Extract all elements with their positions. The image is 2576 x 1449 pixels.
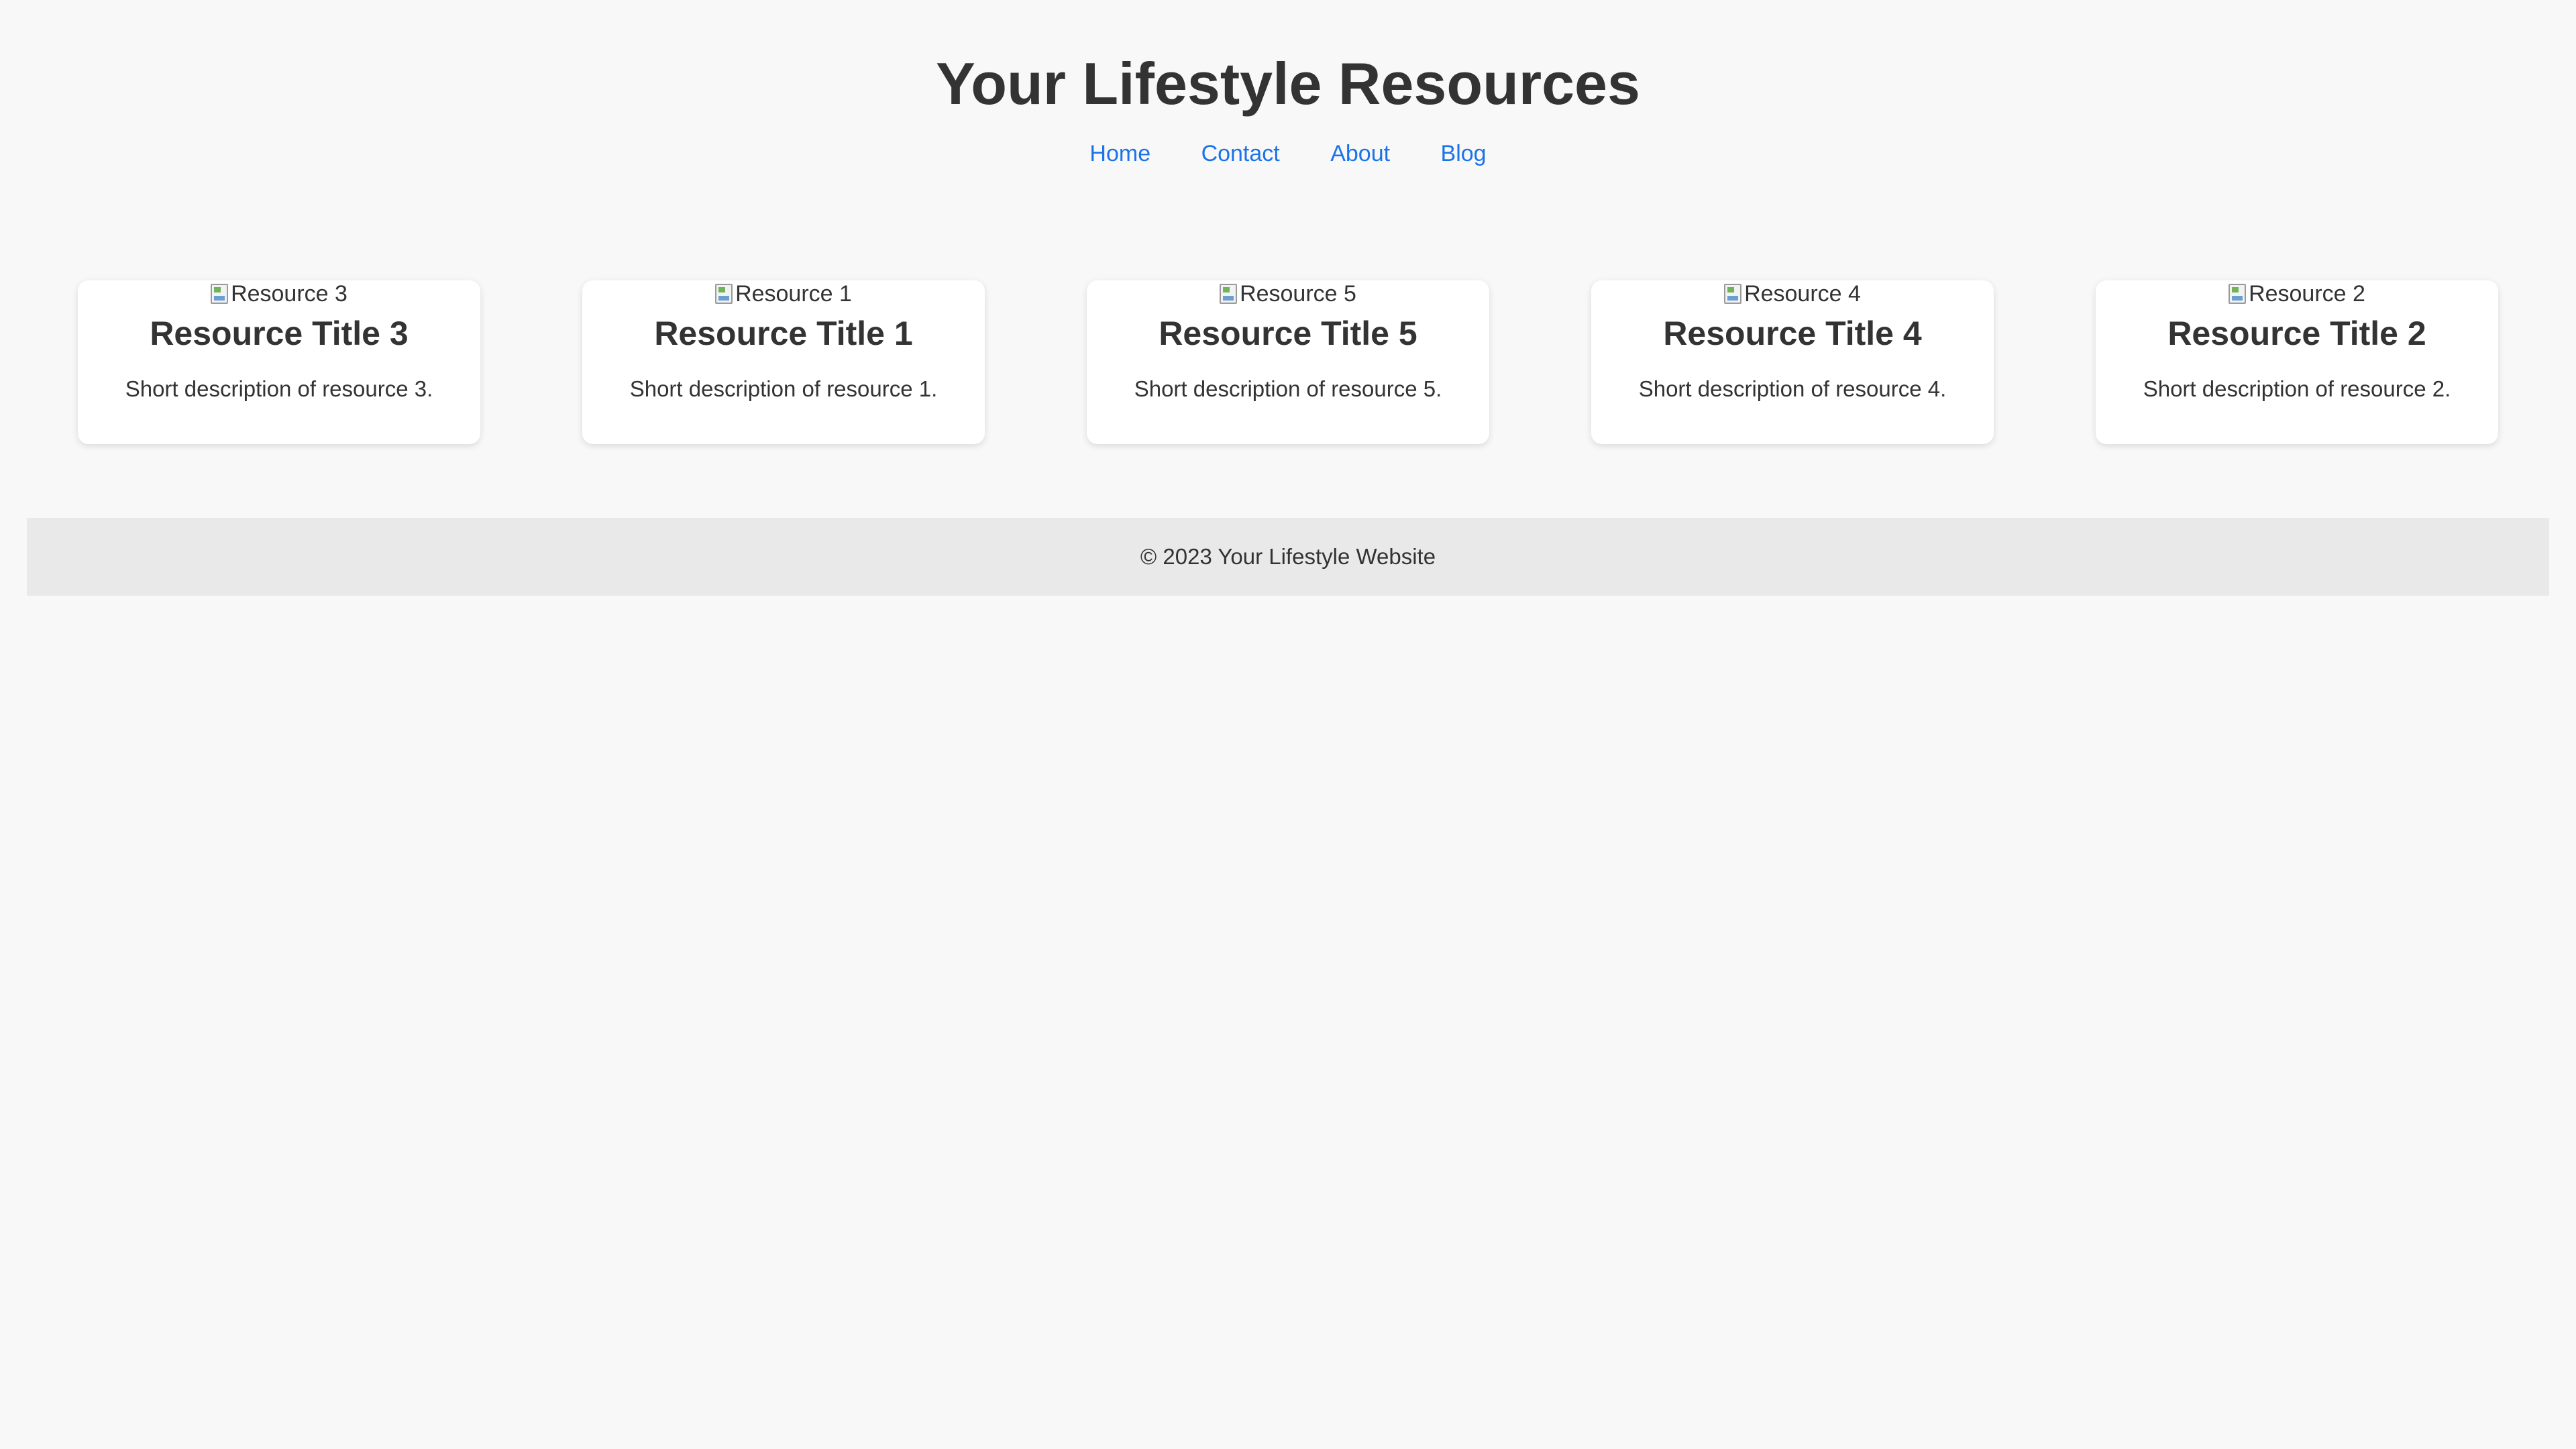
resource-title: Resource Title 3 [150,315,409,352]
nav-home-link[interactable]: Home [1089,138,1150,169]
site-footer: © 2023 Your Lifestyle Website [27,518,2549,596]
resource-title: Resource Title 2 [2167,315,2426,352]
resource-image: Resource 2 [2096,280,2498,307]
broken-image-icon [715,284,733,304]
resource-image-alt: Resource 1 [735,281,852,307]
resource-image: Resource 3 [78,280,480,307]
broken-image-icon [1724,284,1742,304]
resource-description: Short description of resource 2. [2143,376,2451,401]
nav-about-link[interactable]: About [1330,138,1390,169]
resource-description: Short description of resource 5. [1134,376,1442,401]
resource-card-1[interactable]: Resource 1 Resource Title 1 Short descri… [582,280,985,444]
footer-copyright: © 2023 Your Lifestyle Website [1140,544,1436,569]
resource-image: Resource 1 [582,280,985,307]
resource-card-2[interactable]: Resource 2 Resource Title 2 Short descri… [2096,280,2498,444]
main-nav: Home Contact About Blog [0,138,2576,169]
resource-description: Short description of resource 1. [629,376,938,401]
broken-image-icon [1220,284,1238,304]
resource-image: Resource 5 [1087,280,1489,307]
nav-blog-link[interactable]: Blog [1441,138,1487,169]
resource-description: Short description of resource 4. [1638,376,1947,401]
nav-contact-link[interactable]: Contact [1201,138,1280,169]
resource-card-4[interactable]: Resource 4 Resource Title 4 Short descri… [1591,280,1994,444]
resource-image-alt: Resource 5 [1240,281,1356,307]
resource-image: Resource 4 [1591,280,1994,307]
broken-image-icon [2229,284,2247,304]
resource-description: Short description of resource 3. [125,376,433,401]
resource-title: Resource Title 5 [1159,315,1417,352]
resource-card-5[interactable]: Resource 5 Resource Title 5 Short descri… [1087,280,1489,444]
resource-image-alt: Resource 2 [2249,281,2365,307]
resource-image-alt: Resource 3 [231,281,347,307]
page-title: Your Lifestyle Resources [936,50,1640,117]
resources-grid: Resource 3 Resource Title 3 Short descri… [0,280,2576,444]
resource-title: Resource Title 4 [1663,315,1922,352]
resource-title: Resource Title 1 [654,315,913,352]
resource-image-alt: Resource 4 [1744,281,1861,307]
broken-image-icon [211,284,229,304]
resource-card-3[interactable]: Resource 3 Resource Title 3 Short descri… [78,280,480,444]
